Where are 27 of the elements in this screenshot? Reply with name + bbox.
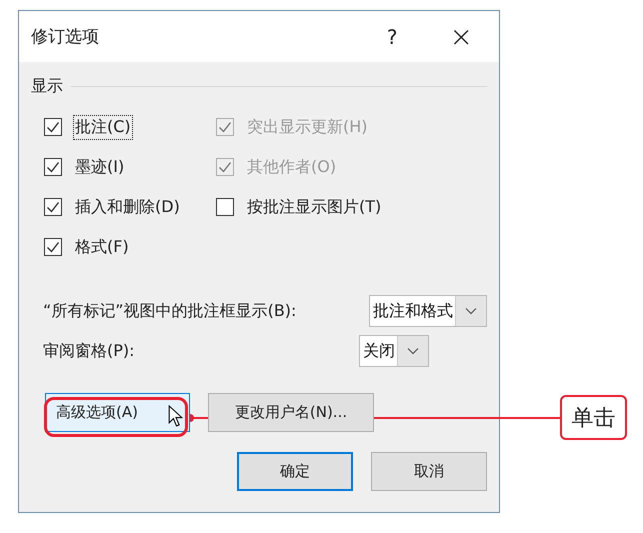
checkbox[interactable]: [44, 198, 62, 216]
checkbox-label: 其他作者(O): [246, 156, 338, 178]
checkbox[interactable]: [216, 198, 234, 216]
checkbox[interactable]: [44, 118, 62, 136]
section-title: 显示: [31, 76, 63, 97]
button[interactable]: 更改用户名(N)...: [208, 393, 374, 432]
close-button[interactable]: ×: [450, 20, 473, 53]
checkbox-label: 突出显示更新(H): [246, 116, 369, 138]
dropdown-label: “所有标记”视图中的批注框显示(B):: [43, 300, 296, 322]
callout-label: 单击: [560, 395, 627, 440]
chevron-down-icon: [465, 307, 477, 315]
dropdown[interactable]: 关闭: [359, 335, 429, 367]
help-button[interactable]: ?: [386, 24, 398, 48]
cursor-icon: [168, 405, 183, 428]
button[interactable]: 确定: [237, 452, 353, 491]
checkbox[interactable]: [44, 238, 62, 256]
checkbox-label[interactable]: 格式(F): [74, 236, 130, 258]
checkbox[interactable]: [44, 158, 62, 176]
checkbox-label[interactable]: 批注(C): [74, 116, 132, 138]
window-title: 修订选项: [31, 26, 100, 48]
checkbox-label[interactable]: 墨迹(I): [74, 156, 126, 178]
dropdown[interactable]: 批注和格式: [369, 295, 487, 327]
checkbox-label[interactable]: 插入和删除(D): [74, 196, 181, 218]
checkbox-label[interactable]: 按批注显示图片(T): [246, 196, 382, 218]
button[interactable]: 取消: [371, 452, 487, 491]
dropdown-label: 审阅窗格(P):: [43, 340, 135, 362]
chevron-down-icon: [407, 347, 419, 355]
